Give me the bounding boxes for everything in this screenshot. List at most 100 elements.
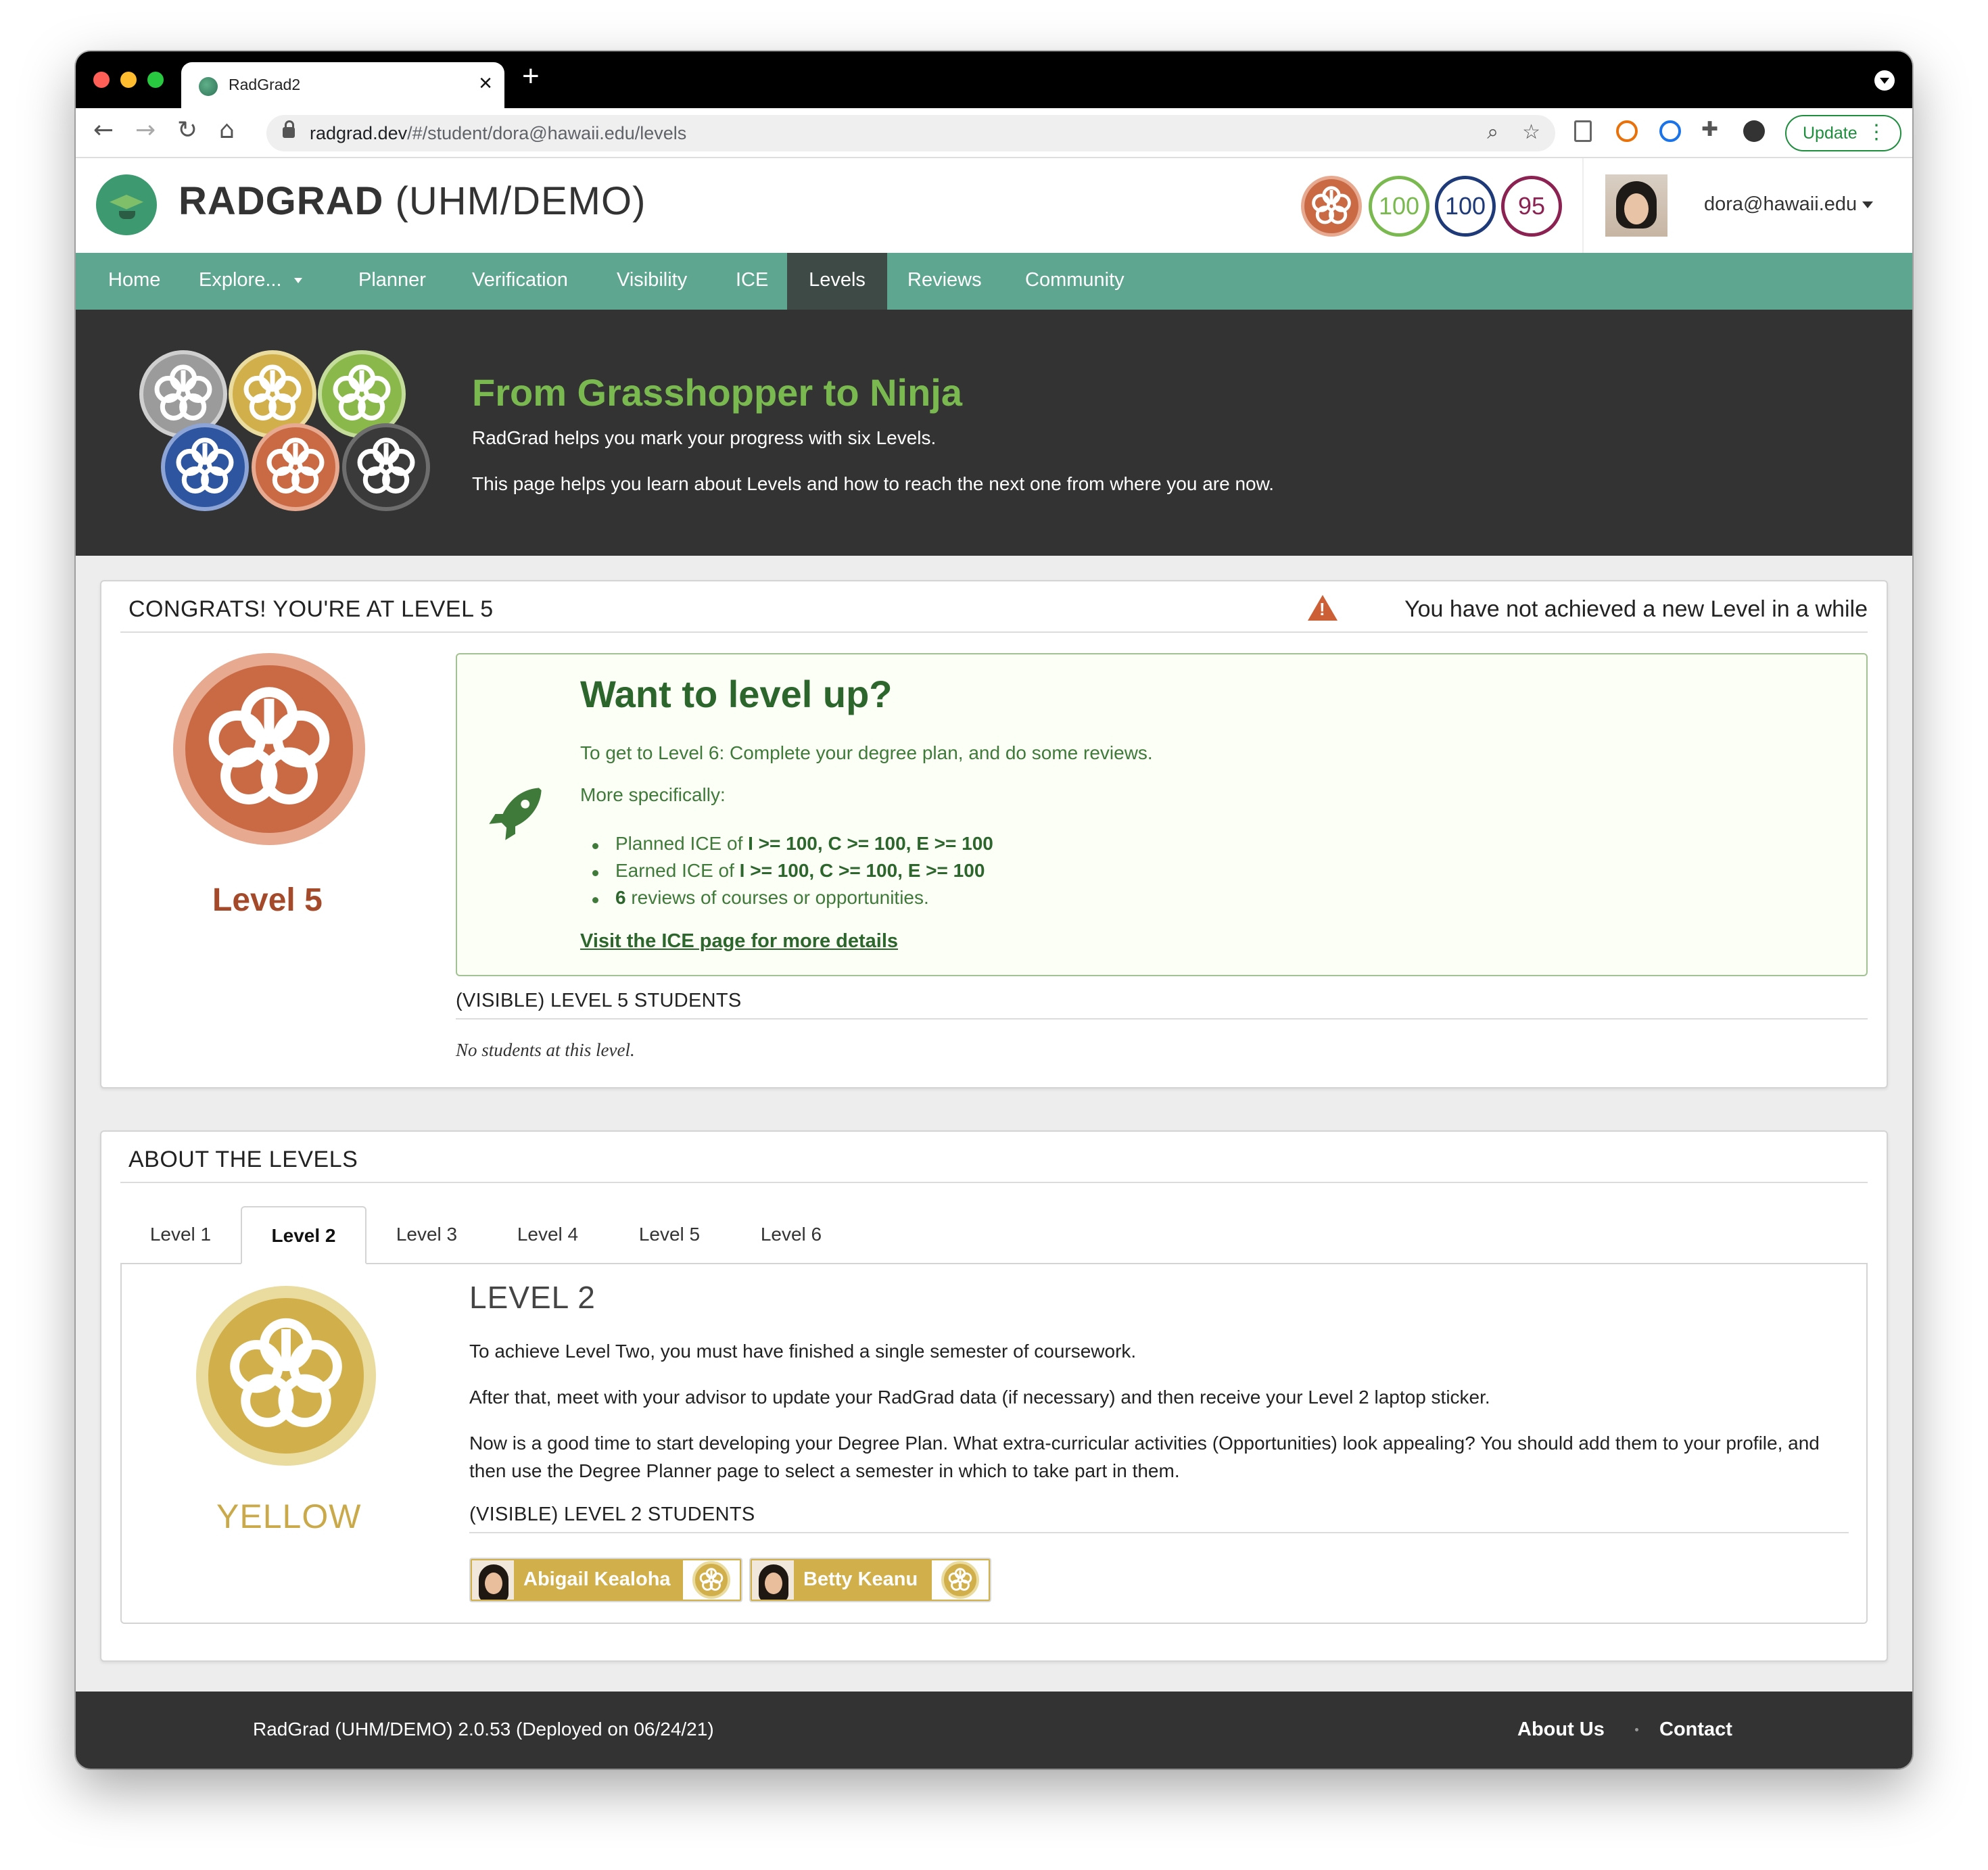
menu-item-community[interactable]: Community <box>1025 253 1125 310</box>
menu-label: Levels <box>809 269 866 291</box>
tab-level-3[interactable]: Level 3 <box>366 1206 487 1264</box>
student-chip[interactable]: Betty Keanu <box>749 1558 991 1602</box>
tab-level-1[interactable]: Level 1 <box>120 1206 241 1264</box>
contact-link[interactable]: Contact <box>1659 1719 1732 1741</box>
lock-icon[interactable] <box>283 120 295 138</box>
level-6-medal-icon <box>342 423 430 511</box>
tab-label: Level 5 <box>638 1224 701 1245</box>
browser-window: RadGrad2 × + ← → ↻ ⌂ radgrad.dev/#/stude… <box>76 51 1912 1769</box>
menu-label: ICE <box>736 269 769 291</box>
current-level-header: CONGRATS! YOU'RE AT LEVEL 5 <box>128 596 494 622</box>
experience-score: 95 <box>1517 192 1546 220</box>
level-2-medal-icon <box>196 1286 376 1466</box>
site-title-rest: (UHM/DEMO) <box>383 179 646 223</box>
level-5-students-header: (VISIBLE) LEVEL 5 STUDENTS <box>456 990 742 1011</box>
url-text[interactable]: radgrad.dev/#/student/dora@hawaii.edu/le… <box>310 123 686 144</box>
level-2-badge-icon <box>692 1561 730 1599</box>
level-up-requirements: Planned ICE of I >= 100, C >= 100, E >= … <box>592 833 993 914</box>
student-name: Abigail Kealoha <box>523 1568 671 1590</box>
tab-level-4[interactable]: Level 4 <box>487 1206 609 1264</box>
menu-item-planner[interactable]: Planner <box>358 253 426 310</box>
url-path: /#/student/dora@hawaii.edu/levels <box>407 123 687 143</box>
zoom-icon[interactable]: ⌕ <box>1487 120 1498 144</box>
menu-item-home[interactable]: Home <box>76 253 179 310</box>
level-5-badge-icon[interactable] <box>1301 176 1362 237</box>
site-title[interactable]: RADGRAD (UHM/DEMO) <box>179 178 646 224</box>
about-levels-header: ABOUT THE LEVELS <box>128 1147 358 1172</box>
menu-label: Planner <box>358 269 426 291</box>
bookmark-star-icon[interactable]: ☆ <box>1522 120 1540 144</box>
hero-title: From Grasshopper to Ninja <box>472 371 962 414</box>
student-level-badge <box>683 1560 740 1600</box>
warning-icon <box>1308 595 1338 621</box>
browser-tab[interactable]: RadGrad2 × <box>181 62 504 108</box>
students-divider <box>469 1532 1849 1533</box>
experience-score-badge[interactable]: 95 <box>1501 176 1562 237</box>
radgrad-logo-icon[interactable] <box>96 174 157 235</box>
user-avatar[interactable] <box>1605 174 1667 237</box>
req-bold: 6 <box>615 887 626 908</box>
level-description-1: To achieve Level Two, you must have fini… <box>469 1341 1137 1362</box>
update-label: Update <box>1803 124 1857 143</box>
user-menu-dropdown[interactable]: dora@hawaii.edu <box>1704 193 1874 216</box>
tab-level-6[interactable]: Level 6 <box>730 1206 852 1264</box>
more-menu-icon[interactable]: ⋮ <box>1866 120 1887 144</box>
menu-item-verification[interactable]: Verification <box>472 253 568 310</box>
header-divider <box>1582 158 1584 253</box>
level-2-badge-icon <box>941 1561 979 1599</box>
level-2-tab-panel: YELLOW LEVEL 2 To achieve Level Two, you… <box>120 1263 1868 1624</box>
tab-label: Level 3 <box>396 1224 458 1245</box>
tab-search-icon[interactable] <box>1874 70 1895 91</box>
requirement-item: 6 reviews of courses or opportunities. <box>592 887 993 914</box>
level-4-medal-icon <box>161 423 249 511</box>
back-icon[interactable]: ← <box>93 116 114 144</box>
about-us-link[interactable]: About Us <box>1517 1719 1605 1741</box>
menu-item-visibility[interactable]: Visibility <box>617 253 687 310</box>
new-tab-button[interactable]: + <box>522 59 540 93</box>
level-5-medal-icon <box>252 423 339 511</box>
close-window-button[interactable] <box>93 72 110 88</box>
level-description-3: Now is a good time to start developing y… <box>469 1433 1820 1481</box>
profile-avatar-icon[interactable] <box>1743 120 1765 142</box>
update-button[interactable]: Update ⋮ <box>1785 115 1901 151</box>
warning-text: You have not achieved a new Level in a w… <box>1404 596 1868 622</box>
ice-page-link[interactable]: Visit the ICE page for more details <box>580 930 898 953</box>
reader-icon[interactable] <box>1574 120 1592 142</box>
tab-label: Level 4 <box>517 1224 579 1245</box>
menu-item-ice[interactable]: ICE <box>736 253 768 310</box>
competency-score-badge[interactable]: 100 <box>1435 176 1496 237</box>
innovation-score-badge[interactable]: 100 <box>1369 176 1429 237</box>
menu-item-explore[interactable]: Explore... <box>199 253 321 310</box>
header-divider <box>120 1182 1868 1183</box>
student-chip[interactable]: Abigail Kealoha <box>469 1558 742 1602</box>
extension-b-icon[interactable] <box>1616 120 1638 142</box>
innovation-score: 100 <box>1378 192 1420 220</box>
forward-icon[interactable]: → <box>135 116 156 144</box>
tab-level-2[interactable]: Level 2 <box>241 1206 366 1264</box>
site-footer: RadGrad (UHM/DEMO) 2.0.53 (Deployed on 0… <box>76 1692 1912 1769</box>
competency-score: 100 <box>1444 192 1486 220</box>
extensions-puzzle-icon[interactable]: ✚ <box>1701 118 1723 141</box>
close-tab-icon[interactable]: × <box>479 70 492 97</box>
maximize-window-button[interactable] <box>147 72 164 88</box>
tab-label: Level 2 <box>271 1225 336 1246</box>
level-color-name: YELLOW <box>216 1497 362 1535</box>
caret-down-icon <box>293 278 302 284</box>
address-bar[interactable]: radgrad.dev/#/student/dora@hawaii.edu/le… <box>266 115 1555 151</box>
tab-level-5[interactable]: Level 5 <box>609 1206 730 1264</box>
req-prefix: Earned ICE of <box>615 860 740 881</box>
reload-icon[interactable]: ↻ <box>177 116 197 144</box>
main-menu: Home Explore... Planner Verification Vis… <box>76 253 1912 310</box>
level-2-students-header: (VISIBLE) LEVEL 2 STUDENTS <box>469 1504 755 1525</box>
level-up-line-2: More specifically: <box>580 784 726 805</box>
student-avatar <box>752 1560 794 1600</box>
menu-item-levels[interactable]: Levels <box>787 253 887 310</box>
about-levels-segment: ABOUT THE LEVELS Level 1 Level 2 Level 3… <box>100 1130 1888 1662</box>
level-description-2: After that, meet with your advisor to up… <box>469 1387 1490 1408</box>
extension-privacy-icon[interactable] <box>1659 120 1681 142</box>
menu-item-reviews[interactable]: Reviews <box>907 253 982 310</box>
footer-separator <box>1635 1728 1638 1731</box>
req-bold: I >= 100, C >= 100, E >= 100 <box>739 860 985 881</box>
home-icon[interactable]: ⌂ <box>219 116 235 144</box>
minimize-window-button[interactable] <box>120 72 137 88</box>
